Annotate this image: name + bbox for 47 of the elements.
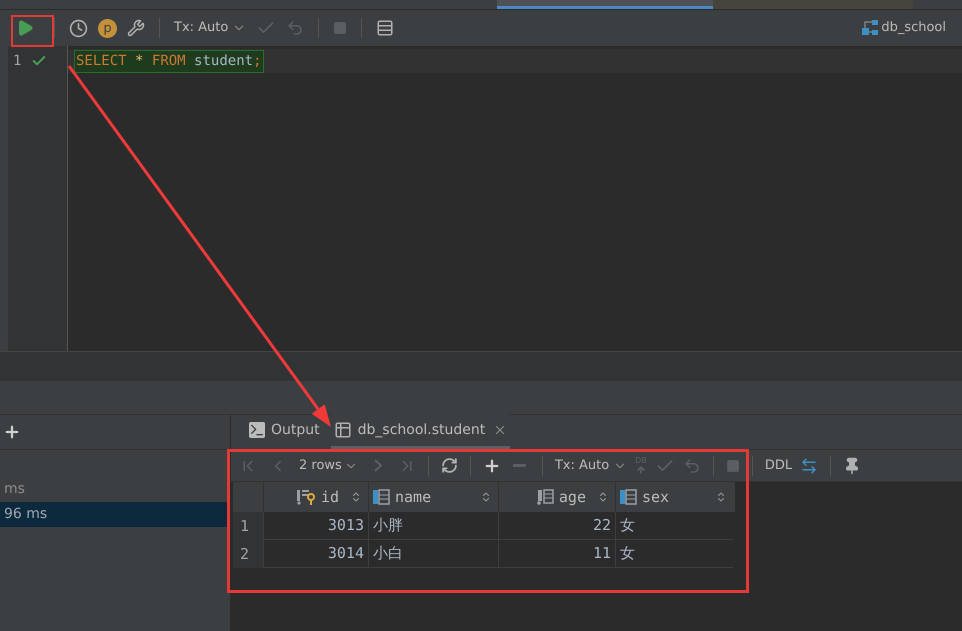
- table-cell: 22: [498, 512, 615, 540]
- add-icon[interactable]: [3, 423, 21, 441]
- indexed-column-icon: [536, 489, 554, 505]
- add-row-icon[interactable]: [482, 456, 501, 474]
- schema-dropdown[interactable]: db_school: [881, 18, 946, 38]
- rollback-icon: [286, 19, 304, 37]
- row-number: 1: [233, 512, 263, 540]
- line-number: 1: [13, 52, 22, 70]
- page-size-dropdown[interactable]: 2 rows: [299, 456, 358, 476]
- history-item[interactable]: 96 ms: [0, 502, 230, 527]
- key-column-icon: [296, 489, 316, 505]
- remove-row-icon: [512, 464, 526, 467]
- console-icon: [249, 422, 265, 438]
- history-item[interactable]: ms: [0, 477, 230, 502]
- transaction-mode-dropdown[interactable]: Tx: Auto: [174, 18, 246, 38]
- schema-icon: [861, 19, 880, 37]
- sort-icon[interactable]: [480, 491, 492, 503]
- highlight-box: [11, 15, 54, 47]
- profile-badge[interactable]: p: [98, 18, 117, 38]
- run-button[interactable]: [16, 19, 34, 37]
- table-cell: 3013: [263, 512, 368, 540]
- column-icon: [372, 489, 390, 505]
- table-cell: 女: [615, 540, 733, 568]
- row-number: 2: [233, 540, 263, 568]
- column-icon: [619, 489, 637, 505]
- table-view-icon[interactable]: [376, 19, 394, 37]
- refresh-icon[interactable]: [440, 457, 458, 474]
- settings-icon[interactable]: [127, 19, 145, 37]
- file-tab[interactable]: [497, 0, 713, 9]
- table-icon: [334, 421, 352, 439]
- stop-icon: [333, 21, 348, 35]
- table-cell: 11: [498, 540, 615, 568]
- history-icon[interactable]: [69, 18, 88, 38]
- stop-icon: [726, 458, 740, 472]
- next-page-icon: [374, 459, 382, 472]
- table-cell: 小胖: [368, 512, 498, 540]
- compare-icon[interactable]: [800, 456, 818, 474]
- table-cell: 3014: [263, 540, 368, 568]
- revert-icon: [682, 456, 701, 474]
- panel-tab[interactable]: db_school.student: [330, 414, 510, 449]
- table-cell: 小白: [368, 540, 498, 568]
- sort-icon[interactable]: [597, 491, 609, 503]
- ddl-button[interactable]: DDL: [764, 456, 792, 476]
- transaction-mode-dropdown[interactable]: Tx: Auto: [554, 456, 628, 476]
- table-cell: 女: [615, 512, 733, 540]
- sort-icon[interactable]: [715, 491, 727, 503]
- sort-icon[interactable]: [350, 491, 362, 503]
